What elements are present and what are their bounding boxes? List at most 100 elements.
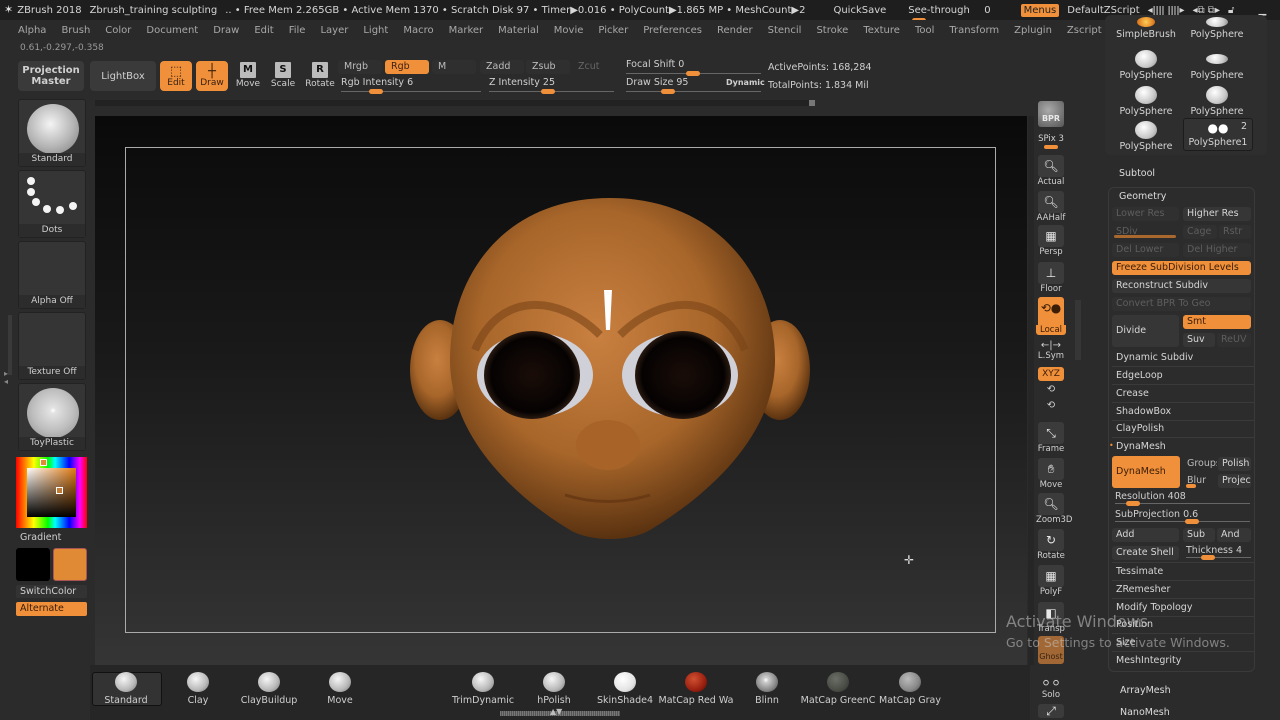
color-picker[interactable] (16, 457, 87, 528)
menu-edit[interactable]: Edit (254, 25, 273, 36)
color-marker[interactable] (56, 487, 63, 494)
default-zscript-button[interactable]: DefaultZScript (1067, 5, 1139, 16)
draw-mode-button[interactable]: ┼ Draw (196, 61, 228, 91)
edit-mode-button[interactable]: ⬚ Edit (160, 61, 192, 91)
blur-slider[interactable]: Blur (1183, 474, 1217, 488)
move-mode-button[interactable]: M Move (228, 60, 268, 94)
mrgb-button[interactable]: Mrgb (338, 60, 382, 74)
tool-thumb-simplebrush[interactable]: SimpleBrush (1111, 17, 1181, 40)
and-button[interactable]: And (1217, 528, 1251, 542)
floor-button[interactable]: ⊥ Floor (1036, 262, 1066, 294)
polish-toggle[interactable]: Polish (1218, 457, 1251, 471)
nanomesh-section[interactable]: NanoMesh (1120, 707, 1170, 718)
menu-draw[interactable]: Draw (213, 25, 239, 36)
tool-thumb-polysphere[interactable]: PolySphere (1111, 50, 1181, 81)
lsym-button[interactable]: ←|→ L.Sym (1036, 340, 1066, 361)
project-toggle[interactable]: Project (1218, 474, 1251, 488)
menu-file[interactable]: File (289, 25, 306, 36)
menu-tool[interactable]: Tool (915, 25, 934, 36)
tool-thumb-polysphere1-active[interactable]: ●● PolySphere1 2 (1183, 118, 1253, 151)
tessimate-section[interactable]: Tessimate (1116, 566, 1163, 577)
menu-brush[interactable]: Brush (61, 25, 90, 36)
rgb-button[interactable]: Rgb (385, 60, 429, 74)
xyz-button[interactable]: XYZ (1036, 367, 1066, 381)
menu-light[interactable]: Light (363, 25, 388, 36)
menus-toggle-button[interactable]: Menus (1020, 3, 1060, 17)
zcut-button[interactable]: Zcut (572, 60, 616, 74)
menu-color[interactable]: Color (105, 25, 131, 36)
scale-mode-button[interactable]: S Scale (263, 60, 303, 94)
menu-document[interactable]: Document (146, 25, 198, 36)
arraymesh-section[interactable]: ArrayMesh (1120, 685, 1171, 696)
reuv-button[interactable]: ReUV (1217, 333, 1251, 347)
hue-marker[interactable] (40, 459, 47, 466)
bottom-material-blinn[interactable]: Blinn (727, 672, 807, 706)
cage-button[interactable]: Cage (1183, 225, 1217, 239)
see-through-slider[interactable]: See-through 0 (908, 5, 998, 23)
bpr-render-button[interactable]: BPR (1036, 101, 1066, 127)
projection-master-button[interactable]: Projection Master (18, 61, 84, 91)
secondary-color-swatch[interactable] (16, 548, 50, 581)
menu-stroke[interactable]: Stroke (816, 25, 848, 36)
sdiv-slider[interactable]: SDiv (1112, 225, 1179, 239)
bottom-material-matcap-greenclay[interactable]: MatCap GreenC (798, 672, 878, 706)
bottom-material-matcap-red-wax[interactable]: MatCap Red Wa (656, 672, 736, 706)
menu-macro[interactable]: Macro (403, 25, 433, 36)
create-shell-button[interactable]: Create Shell (1112, 546, 1179, 560)
resolution-slider[interactable]: Resolution 408 (1115, 491, 1250, 509)
z-intensity-slider[interactable]: Z Intensity 25 (489, 77, 624, 95)
persp-button[interactable]: ▦ Persp (1036, 225, 1066, 257)
tool-thumb-polysphere[interactable]: PolySphere (1182, 17, 1252, 40)
alternate-button[interactable]: Alternate (16, 602, 87, 616)
del-higher-button[interactable]: Del Higher (1183, 243, 1251, 257)
bottom-material-matcap-gray[interactable]: MatCap Gray (870, 672, 950, 706)
sculpted-head-model[interactable] (400, 190, 820, 550)
left-shelf-scrollbar[interactable] (8, 315, 12, 375)
stroke-selector[interactable]: Dots (18, 170, 86, 238)
polyf-button[interactable]: ▦ PolyF (1036, 565, 1066, 597)
shadowbox-section[interactable]: ShadowBox (1116, 406, 1171, 417)
y-rotate-button[interactable]: ⟲ (1036, 384, 1066, 395)
menu-stencil[interactable]: Stencil (768, 25, 802, 36)
tool-thumb-polysphere[interactable]: PolySphere (1111, 86, 1181, 117)
menu-material[interactable]: Material (498, 25, 539, 36)
menu-alpha[interactable]: Alpha (18, 25, 46, 36)
claypolish-section[interactable]: ClayPolish (1116, 423, 1164, 434)
tool-thumb-polysphere[interactable]: PolySphere (1182, 86, 1252, 117)
subtool-section[interactable]: Subtool (1119, 168, 1155, 179)
spix-slider[interactable]: SPix 3 (1036, 134, 1066, 149)
menu-layer[interactable]: Layer (320, 25, 348, 36)
sub-button[interactable]: Sub (1183, 528, 1215, 542)
menu-texture[interactable]: Texture (863, 25, 900, 36)
dynamesh-button[interactable]: DynaMesh (1112, 456, 1180, 488)
menu-zscript[interactable]: Zscript (1067, 25, 1102, 36)
zsub-button[interactable]: Zsub (526, 60, 570, 74)
bottom-brush-move[interactable]: Move (300, 672, 380, 706)
lightbox-button[interactable]: LightBox (90, 61, 156, 91)
gradient-toggle[interactable]: Gradient (20, 532, 61, 543)
rotate-view-button[interactable]: ↻ Rotate (1036, 529, 1066, 561)
dynamic-button[interactable]: Dynamic (726, 78, 765, 87)
aahalf-button[interactable]: 🔍︎ AAHalf (1036, 191, 1066, 223)
palette-swap-icon[interactable]: ◂⧉ ⧉▸ (1192, 5, 1220, 16)
bottom-brush-standard[interactable]: Standard (86, 672, 166, 706)
material-selector[interactable]: ToyPlastic (18, 383, 86, 451)
rgb-intensity-slider[interactable]: Rgb Intensity 6 (341, 77, 481, 95)
rotate-mode-button[interactable]: R Rotate (300, 60, 340, 94)
tool-thumb-polysphere[interactable]: PolySphere (1182, 50, 1252, 81)
crease-section[interactable]: Crease (1116, 388, 1149, 399)
edgeloop-section[interactable]: EdgeLoop (1116, 370, 1163, 381)
menu-preferences[interactable]: Preferences (643, 25, 702, 36)
add-button[interactable]: Add (1112, 528, 1179, 542)
local-button[interactable]: ⟲● Local (1036, 297, 1066, 335)
lower-res-button[interactable]: Lower Res (1112, 207, 1179, 221)
move-view-button[interactable]: ✋︎ Move (1036, 458, 1066, 490)
del-lower-button[interactable]: Del Lower (1112, 243, 1179, 257)
convert-bpr-button[interactable]: Convert BPR To Geo (1112, 297, 1251, 311)
bottom-material-skinshade4[interactable]: SkinShade4 (585, 672, 665, 706)
menu-transform[interactable]: Transform (949, 25, 999, 36)
smt-toggle[interactable]: Smt (1183, 315, 1251, 329)
menu-render[interactable]: Render (717, 25, 753, 36)
groups-toggle[interactable]: Groups (1183, 457, 1217, 471)
freeze-subdivision-button[interactable]: Freeze SubDivision Levels (1112, 261, 1251, 275)
